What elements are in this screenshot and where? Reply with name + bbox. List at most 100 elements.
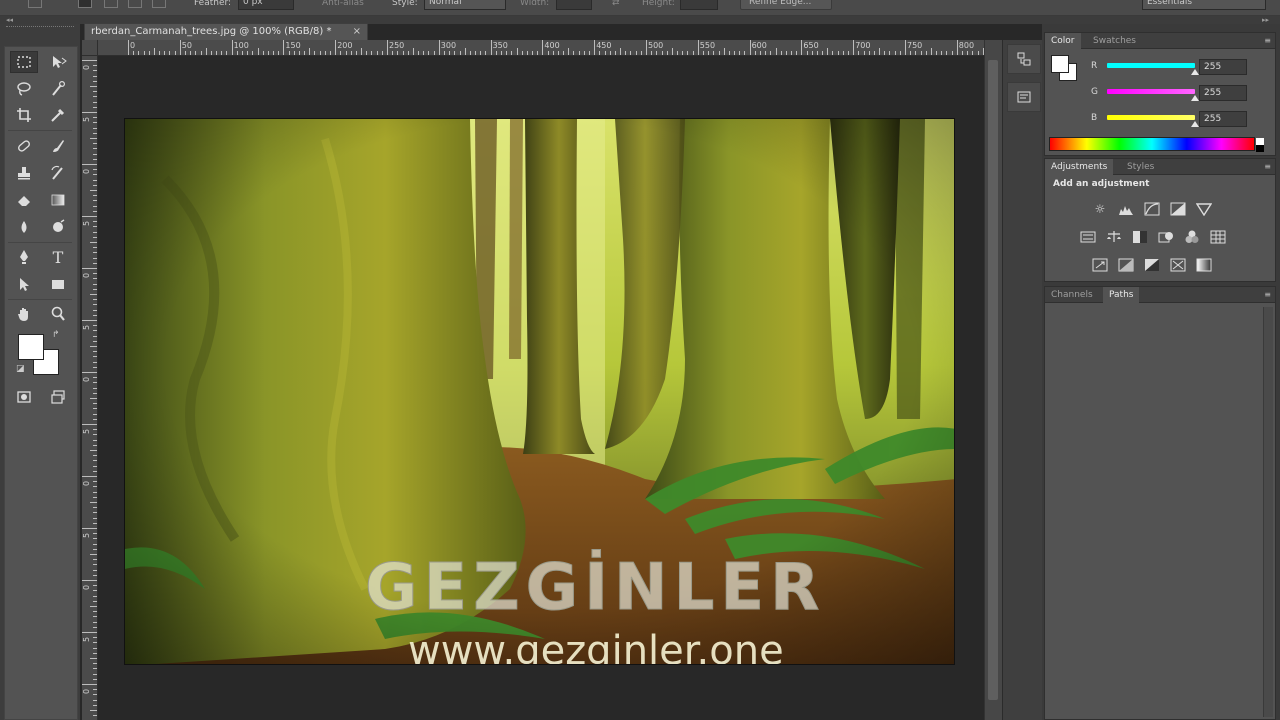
- pen-tool-icon[interactable]: [10, 246, 38, 268]
- ruler-minor-tick: [93, 70, 97, 72]
- zoom-tool-icon[interactable]: [44, 303, 72, 325]
- channel-g-slider[interactable]: [1107, 89, 1195, 94]
- brightness-contrast-icon[interactable]: ☼: [1091, 201, 1109, 217]
- quick-selection-tool-icon[interactable]: [44, 78, 72, 100]
- tab-swatches[interactable]: Swatches: [1087, 33, 1142, 49]
- exposure-icon[interactable]: [1169, 201, 1187, 217]
- feather-input[interactable]: 0 px: [238, 0, 294, 10]
- panel-menu-icon[interactable]: ≡: [1264, 162, 1271, 171]
- anti-alias-checkbox[interactable]: Anti-alias: [322, 0, 364, 11]
- clone-stamp-tool-icon[interactable]: [10, 162, 38, 184]
- dodge-tool-icon[interactable]: [44, 216, 72, 238]
- intersect-selection-icon[interactable]: [152, 0, 166, 8]
- ruler-minor-tick: [93, 668, 97, 670]
- posterize-icon[interactable]: [1117, 257, 1135, 273]
- height-input[interactable]: [680, 0, 718, 10]
- levels-icon[interactable]: [1117, 201, 1135, 217]
- channel-mixer-icon[interactable]: [1183, 229, 1201, 245]
- threshold-icon[interactable]: [1143, 257, 1161, 273]
- channel-b-slider[interactable]: [1107, 115, 1195, 120]
- add-to-selection-icon[interactable]: [104, 0, 118, 8]
- photo-filter-icon[interactable]: [1157, 229, 1175, 245]
- new-selection-icon[interactable]: [78, 0, 92, 8]
- collapse-panels-icon[interactable]: ▸▸: [1262, 17, 1269, 24]
- ruler-minor-tick: [775, 48, 777, 55]
- channel-r-label: R: [1091, 61, 1098, 71]
- scrollbar-thumb[interactable]: [988, 60, 998, 700]
- channel-g-input[interactable]: 255: [1199, 85, 1247, 101]
- refine-edge-button[interactable]: Refine Edge...: [740, 0, 832, 10]
- vibrance-icon[interactable]: [1195, 201, 1213, 217]
- vertical-scrollbar[interactable]: [984, 40, 1002, 720]
- rectangle-tool-icon[interactable]: [44, 273, 72, 295]
- blur-tool-icon[interactable]: [10, 216, 38, 238]
- panel-menu-icon[interactable]: ≡: [1264, 36, 1271, 45]
- channel-r-slider[interactable]: [1107, 63, 1195, 68]
- vertical-ruler[interactable]: 0 5 0 5 0 5 0 5 0 5 0 5 0: [82, 56, 98, 720]
- properties-panel-icon[interactable]: [1007, 82, 1041, 112]
- swap-colors-icon[interactable]: ↱: [52, 330, 60, 340]
- horizontal-ruler[interactable]: 0 50 100 150 200 250 300 350 400 450 500 550 600 650 7…: [98, 40, 986, 56]
- ruler-minor-tick: [93, 143, 97, 145]
- tools-grip[interactable]: [6, 26, 74, 29]
- gradient-tool-icon[interactable]: [44, 189, 72, 211]
- color-lookup-icon[interactable]: [1209, 229, 1227, 245]
- rectangular-marquee-tool-icon[interactable]: [10, 51, 38, 73]
- document-tab[interactable]: rberdan_Carmanah_trees.jpg @ 100% (RGB/8…: [84, 23, 368, 40]
- tab-channels[interactable]: Channels: [1045, 287, 1099, 303]
- ruler-minor-tick: [899, 51, 901, 55]
- color-spectrum-ramp[interactable]: [1049, 137, 1264, 152]
- color-balance-icon[interactable]: [1105, 229, 1123, 245]
- gradient-map-icon[interactable]: [1195, 257, 1213, 273]
- history-brush-tool-icon[interactable]: [44, 162, 72, 184]
- close-icon[interactable]: ×: [353, 24, 361, 40]
- collapse-tools-icon[interactable]: ◂◂: [6, 17, 13, 24]
- spot-healing-brush-icon[interactable]: [10, 135, 38, 157]
- channel-b-thumb[interactable]: [1191, 121, 1199, 127]
- type-tool-icon[interactable]: T: [44, 246, 72, 268]
- tab-styles[interactable]: Styles: [1121, 159, 1160, 175]
- tab-adjustments[interactable]: Adjustments: [1045, 159, 1114, 175]
- marquee-preset-icon[interactable]: [28, 0, 42, 8]
- path-selection-tool-icon[interactable]: [10, 273, 38, 295]
- color-foreground-swatch[interactable]: [1051, 55, 1069, 73]
- panel-menu-icon[interactable]: ≡: [1264, 290, 1271, 299]
- style-select[interactable]: Normal: [424, 0, 506, 10]
- black-white-icon[interactable]: [1131, 229, 1149, 245]
- crop-tool-icon[interactable]: [10, 104, 38, 126]
- channel-r-input[interactable]: 255: [1199, 59, 1247, 75]
- tab-paths[interactable]: Paths: [1103, 287, 1140, 303]
- ruler-minor-tick: [93, 434, 97, 436]
- paths-scrollbar[interactable]: [1263, 307, 1273, 717]
- ruler-major-tick: [335, 40, 337, 55]
- workspace-select[interactable]: Essentials: [1142, 0, 1266, 10]
- document-image[interactable]: GEZGİNLER www.gezginler.one: [124, 118, 955, 665]
- quick-mask-icon[interactable]: [10, 386, 38, 408]
- move-tool-icon[interactable]: [44, 51, 72, 73]
- channel-r-thumb[interactable]: [1191, 69, 1199, 75]
- brush-tool-icon[interactable]: [44, 135, 72, 157]
- ruler-major-tick: [179, 40, 181, 55]
- eraser-tool-icon[interactable]: [10, 189, 38, 211]
- foreground-color-swatch[interactable]: [18, 334, 44, 360]
- lasso-tool-icon[interactable]: [10, 78, 38, 100]
- channel-b-input[interactable]: 255: [1199, 111, 1247, 127]
- ruler-minor-tick: [589, 51, 591, 55]
- ruler-minor-tick: [723, 48, 725, 55]
- subtract-from-selection-icon[interactable]: [128, 0, 142, 8]
- hue-saturation-icon[interactable]: [1079, 229, 1097, 245]
- invert-icon[interactable]: [1091, 257, 1109, 273]
- curves-icon[interactable]: [1143, 201, 1161, 217]
- tab-color[interactable]: Color: [1045, 33, 1081, 49]
- ruler-minor-tick: [713, 51, 715, 55]
- width-input[interactable]: [556, 0, 592, 10]
- screen-mode-icon[interactable]: [44, 386, 72, 408]
- history-panel-icon[interactable]: [1007, 44, 1041, 74]
- ruler-origin[interactable]: [82, 40, 98, 56]
- selective-color-icon[interactable]: [1169, 257, 1187, 273]
- channel-g-thumb[interactable]: [1191, 95, 1199, 101]
- eyedropper-tool-icon[interactable]: [44, 104, 72, 126]
- default-colors-icon[interactable]: ◪: [16, 364, 25, 374]
- swap-dimensions-icon[interactable]: ⇄: [612, 0, 620, 11]
- hand-tool-icon[interactable]: [10, 303, 38, 325]
